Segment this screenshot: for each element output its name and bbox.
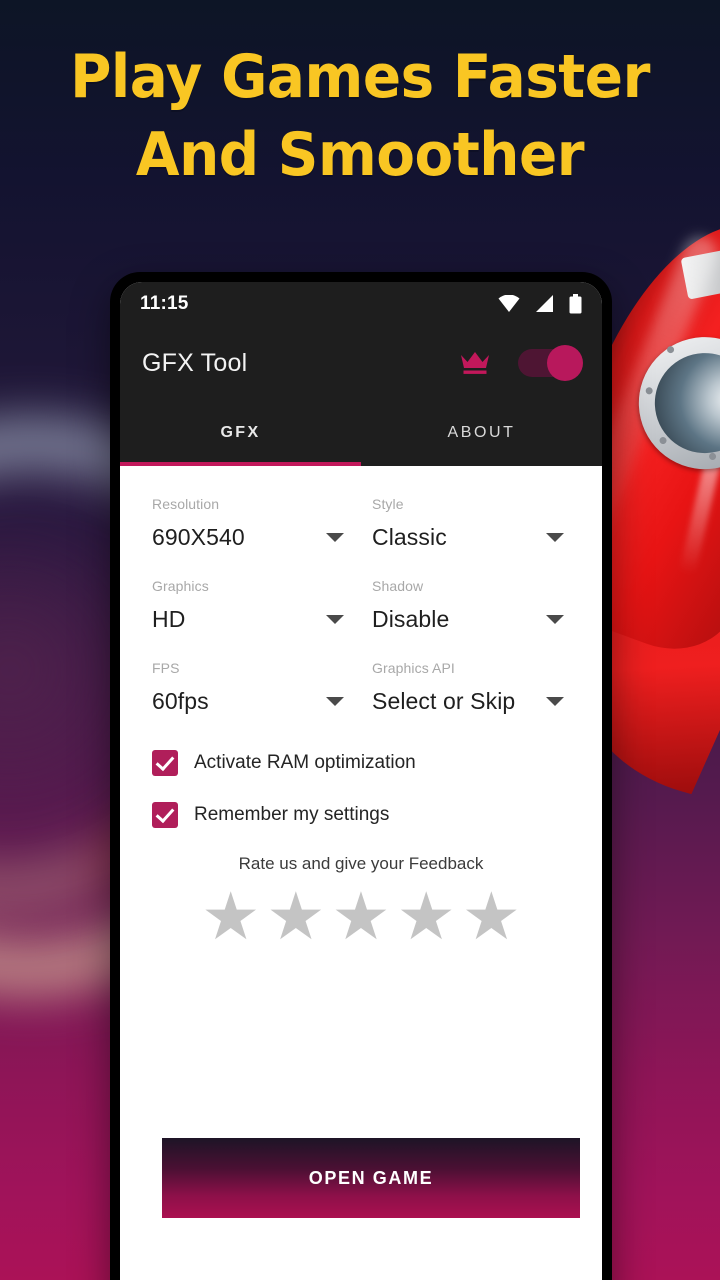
tab-active-indicator <box>120 462 361 466</box>
crown-icon[interactable] <box>460 350 490 376</box>
app-bar-actions <box>460 345 583 381</box>
headline-line-1: Play Games Faster <box>70 42 650 112</box>
field-graphics-api[interactable]: Graphics API Select or Skip <box>372 660 570 742</box>
rating-star-3[interactable]: ★ <box>331 880 390 952</box>
rating-star-2[interactable]: ★ <box>266 880 325 952</box>
dropdown-resolution[interactable]: 690X540 <box>152 520 350 554</box>
field-resolution[interactable]: Resolution 690X540 <box>152 496 350 578</box>
field-value: 690X540 <box>152 523 245 550</box>
tab-bar: GFX ABOUT <box>120 400 602 466</box>
toggle-knob <box>547 345 583 381</box>
tab-about[interactable]: ABOUT <box>361 400 602 466</box>
rating-star-5[interactable]: ★ <box>462 880 521 952</box>
field-style[interactable]: Style Classic <box>372 496 570 578</box>
wifi-icon <box>498 295 520 312</box>
field-value: 60fps <box>152 687 209 714</box>
headline-line-2: And Smoother <box>135 120 585 190</box>
premium-toggle[interactable] <box>518 345 583 381</box>
rocket-stripe <box>680 224 720 300</box>
porthole-rivet <box>666 345 676 355</box>
rating-star-4[interactable]: ★ <box>397 880 456 952</box>
rating-star-1[interactable]: ★ <box>201 880 260 952</box>
status-bar: 11:15 <box>120 282 602 326</box>
porthole-rivet <box>658 436 668 446</box>
promo-headline: Play Games Faster And Smoother <box>22 38 699 194</box>
chevron-down-icon <box>326 614 344 624</box>
field-label: Resolution <box>152 496 220 512</box>
field-label: FPS <box>152 660 180 676</box>
field-value: Select or Skip <box>372 687 516 714</box>
field-label: Graphics API <box>372 660 455 676</box>
app-bar: GFX Tool <box>120 326 602 400</box>
rating-prompt: Rate us and give your Feedback <box>238 854 484 873</box>
promo-screenshot: Play Games Faster And Smoother 11:15 GFX… <box>0 0 720 1280</box>
field-fps[interactable]: FPS 60fps <box>152 660 350 742</box>
field-value: Disable <box>372 605 450 632</box>
phone-screen: 11:15 GFX Tool GFX ABOUT Resolution 690X… <box>120 282 602 1280</box>
dropdown-graphics[interactable]: HD <box>152 602 350 636</box>
signal-icon <box>536 295 553 312</box>
chevron-down-icon <box>326 532 344 542</box>
dropdown-shadow[interactable]: Disable <box>372 602 570 636</box>
dropdown-fps[interactable]: 60fps <box>152 684 350 718</box>
open-game-button[interactable]: OPEN GAME <box>162 1138 580 1218</box>
rating-stars[interactable]: ★ ★ ★ ★ ★ <box>152 880 570 952</box>
rocket-porthole <box>620 318 720 488</box>
settings-field-grid: Resolution 690X540 Style Classic Graphic… <box>152 496 570 742</box>
checkbox-label: Remember my settings <box>194 804 390 825</box>
checkbox-row-remember[interactable]: Remember my settings <box>152 802 570 828</box>
checkbox-label: Activate RAM optimization <box>194 752 416 773</box>
field-shadow[interactable]: Shadow Disable <box>372 578 570 660</box>
tab-gfx[interactable]: GFX <box>120 400 361 466</box>
porthole-rivet <box>708 451 718 461</box>
app-title: GFX Tool <box>142 348 248 377</box>
porthole-rivet <box>644 386 654 396</box>
dropdown-style[interactable]: Classic <box>372 520 570 554</box>
phone-mockup: 11:15 GFX Tool GFX ABOUT Resolution 690X… <box>110 272 612 1280</box>
rocket-highlight-2 <box>679 454 720 575</box>
battery-icon <box>569 294 582 314</box>
status-icons <box>498 294 582 314</box>
status-time: 11:15 <box>140 293 189 314</box>
field-label: Graphics <box>152 578 209 594</box>
checkbox-remember-settings[interactable] <box>152 802 178 828</box>
chevron-down-icon <box>546 614 564 624</box>
gfx-settings-panel: Resolution 690X540 Style Classic Graphic… <box>120 466 602 952</box>
chevron-down-icon <box>326 696 344 706</box>
checkbox-row-ram[interactable]: Activate RAM optimization <box>152 750 570 776</box>
chevron-down-icon <box>546 696 564 706</box>
field-graphics[interactable]: Graphics HD <box>152 578 350 660</box>
field-value: Classic <box>372 523 447 550</box>
field-label: Shadow <box>372 578 424 594</box>
chevron-down-icon <box>546 532 564 542</box>
checkbox-ram-optimization[interactable] <box>152 750 178 776</box>
porthole-glass <box>640 339 720 468</box>
field-label: Style <box>372 496 404 512</box>
field-value: HD <box>152 605 186 632</box>
dropdown-graphics-api[interactable]: Select or Skip <box>372 684 570 718</box>
